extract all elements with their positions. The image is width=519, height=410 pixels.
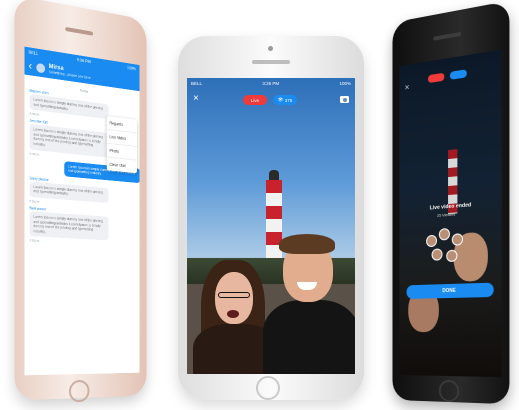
chat-screen: BELL 9:36 PM 100% ‹ Mirsa Something...pl… bbox=[24, 46, 140, 376]
status-bar: BELL 3:25 PM 100% bbox=[187, 78, 355, 88]
live-toolbar: × Live 👁 375 bbox=[187, 92, 355, 108]
avatar bbox=[451, 233, 464, 246]
person-left-mouth bbox=[227, 310, 239, 318]
close-icon[interactable]: × bbox=[405, 82, 410, 92]
time-label: 3:25 PM bbox=[262, 80, 280, 86]
menu-item-clear-chat[interactable]: Clear chat bbox=[107, 157, 137, 173]
live-ended-count: 25 Viewers bbox=[437, 211, 456, 218]
live-badge bbox=[427, 72, 445, 84]
viewer-avatars bbox=[426, 225, 467, 277]
live-ended-screen: × Live video ended 25 Viewers DONE bbox=[399, 49, 502, 378]
live-video-screen: BELL 3:25 PM 100% × Live 👁 375 bbox=[187, 78, 355, 374]
avatar bbox=[438, 227, 450, 241]
glasses bbox=[218, 292, 250, 298]
options-menu: Regards Live Video Photo Clear chat bbox=[106, 116, 137, 174]
carrier-label: BELL bbox=[191, 80, 203, 86]
contact-info: Mirsa Something...please see here bbox=[49, 64, 91, 80]
phone-left-chat: BELL 9:36 PM 100% ‹ Mirsa Something...pl… bbox=[14, 0, 147, 403]
close-icon[interactable]: × bbox=[193, 94, 199, 104]
live-ended-overlay: × Live video ended 25 Viewers DONE bbox=[399, 50, 501, 378]
done-button[interactable]: DONE bbox=[406, 282, 494, 299]
live-ended-title: Live video ended bbox=[429, 202, 472, 212]
live-badge: Live bbox=[243, 95, 267, 105]
viewers-count: 375 bbox=[284, 97, 293, 103]
home-button[interactable] bbox=[438, 379, 460, 403]
message-list: Regards Live Video Photo Clear chat Toda… bbox=[25, 75, 140, 254]
phone-right-live-ended: × Live video ended 25 Viewers DONE bbox=[392, 0, 510, 405]
viewers-badge bbox=[449, 69, 467, 80]
battery-label: 100% bbox=[127, 65, 137, 72]
home-button[interactable] bbox=[256, 376, 280, 400]
carrier-label: BELL bbox=[28, 49, 39, 56]
avatar bbox=[426, 234, 438, 248]
message-time: 9:01pm bbox=[29, 238, 40, 244]
battery-label: 100% bbox=[339, 80, 351, 86]
earpiece bbox=[65, 26, 94, 36]
person-right-body bbox=[263, 300, 355, 374]
back-icon[interactable]: ‹ bbox=[28, 59, 32, 72]
camera-icon[interactable] bbox=[340, 96, 349, 103]
earpiece bbox=[433, 31, 462, 41]
avatar bbox=[431, 248, 443, 261]
message-bubble-incoming: Lorem Ipsum is simply dummy text of the … bbox=[29, 211, 109, 241]
home-button[interactable] bbox=[68, 379, 90, 403]
earpiece bbox=[252, 60, 290, 64]
front-camera bbox=[268, 46, 273, 51]
person-right-hair bbox=[279, 234, 335, 254]
time-label: 9:36 PM bbox=[76, 57, 91, 65]
avatar bbox=[36, 62, 45, 73]
viewers-badge: 👁 375 bbox=[273, 95, 297, 105]
avatar bbox=[446, 249, 458, 263]
phone-middle-live-video: BELL 3:25 PM 100% × Live 👁 375 bbox=[178, 36, 364, 400]
